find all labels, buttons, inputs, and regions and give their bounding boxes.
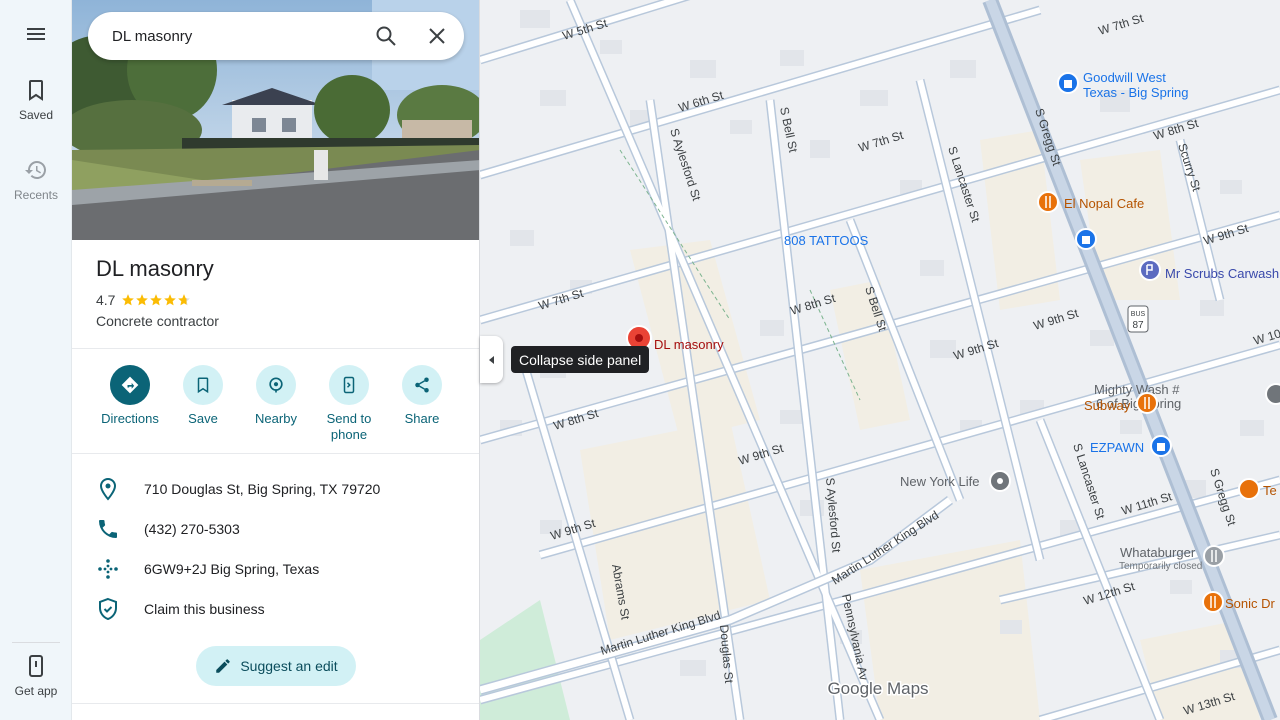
svg-text:El Nopal Cafe: El Nopal Cafe	[1064, 196, 1144, 211]
svg-text:Subway: Subway	[1084, 398, 1131, 413]
address-text: 710 Douglas St, Big Spring, TX 79720	[144, 481, 381, 497]
directions-icon	[121, 376, 139, 394]
plus-code-text: 6GW9+2J Big Spring, Texas	[144, 561, 320, 577]
svg-text:New York Life: New York Life	[900, 474, 980, 489]
recents-button[interactable]: Recents	[0, 158, 72, 202]
claim-business-row[interactable]: Claim this business	[72, 589, 479, 629]
location-pin-icon	[99, 477, 117, 501]
send-to-label-2: phone	[330, 427, 368, 442]
save-button[interactable]: Save	[167, 365, 239, 427]
get-app-label: Get app	[14, 684, 58, 698]
collapse-tooltip: Collapse side panel	[511, 346, 650, 373]
place-title: DL masonry	[96, 256, 214, 281]
rating-stars	[121, 293, 191, 307]
place-panel: DL masonry 4.7 Concrete contractor Direc…	[72, 0, 480, 720]
saved-button[interactable]: Saved	[0, 78, 72, 122]
saved-label: Saved	[18, 108, 54, 122]
bookmark-icon	[197, 377, 209, 394]
google-maps-attribution: Google Maps	[827, 679, 928, 698]
menu-icon	[27, 28, 45, 40]
phone-call-icon	[99, 520, 117, 538]
svg-text:Mr Scrubs Carwash: Mr Scrubs Carwash	[1165, 266, 1279, 281]
bus-label: BUS	[1131, 311, 1146, 318]
send-to-label: Send to	[326, 411, 372, 426]
svg-text:EZPAWN: EZPAWN	[1090, 440, 1144, 455]
search-input[interactable]	[112, 27, 352, 45]
svg-text:Temporarily closed: Temporarily closed	[1119, 561, 1202, 572]
address-row[interactable]: 710 Douglas St, Big Spring, TX 79720	[72, 469, 479, 509]
nearby-icon	[269, 377, 283, 393]
rail-divider	[12, 642, 60, 643]
history-icon	[25, 161, 46, 179]
search-icon[interactable]	[374, 24, 398, 48]
plus-code-row[interactable]: 6GW9+2J Big Spring, Texas	[72, 549, 479, 589]
svg-text:Whataburger: Whataburger	[1120, 545, 1196, 560]
recents-label: Recents	[13, 188, 59, 202]
route-shield: BUS 87	[1127, 305, 1149, 333]
rating-value: 4.7	[96, 292, 116, 308]
verified-shield-icon	[99, 597, 117, 621]
svg-text:Goodwill West: Goodwill West	[1083, 70, 1166, 85]
rating-row[interactable]: 4.7	[96, 292, 191, 308]
pencil-icon	[216, 659, 231, 673]
svg-text:Texas - Big Spring: Texas - Big Spring	[1083, 85, 1189, 100]
collapse-panel-button[interactable]	[480, 336, 503, 383]
svg-text:Sonic Dr: Sonic Dr	[1225, 596, 1276, 611]
pin-label: DL masonry	[654, 337, 724, 352]
route-number: 87	[1132, 320, 1144, 331]
poi-new-york-life[interactable]: New York Life	[900, 470, 1011, 492]
close-icon[interactable]	[425, 24, 449, 48]
svg-text:Mighty Wash #: Mighty Wash #	[1094, 382, 1180, 397]
claim-business-text: Claim this business	[144, 601, 265, 617]
send-to-phone-icon	[343, 376, 355, 394]
chevron-left-icon	[488, 355, 494, 364]
divider	[72, 453, 479, 454]
menu-button[interactable]	[0, 22, 72, 46]
share-icon	[415, 377, 429, 393]
suggest-edit-label: Suggest an edit	[240, 658, 338, 674]
search-box	[88, 12, 464, 60]
divider	[72, 703, 479, 704]
directions-button[interactable]: Directions	[94, 365, 166, 427]
phone-text: (432) 270-5303	[144, 521, 240, 537]
phone-row[interactable]: (432) 270-5303	[72, 509, 479, 549]
divider	[72, 348, 479, 349]
star-icon	[122, 294, 135, 306]
share-button[interactable]: Share	[386, 365, 458, 427]
star-icon	[164, 294, 177, 306]
svg-text:808 TATTOOS: 808 TATTOOS	[784, 233, 869, 248]
phone-icon	[29, 655, 43, 677]
send-to-phone-button[interactable]: Send to phone	[313, 365, 385, 443]
left-rail: Saved Recents Get app	[0, 0, 72, 720]
bookmark-icon	[29, 80, 43, 101]
svg-text:Te: Te	[1263, 483, 1277, 498]
star-icon	[150, 294, 163, 306]
star-icon	[178, 294, 191, 306]
star-icon	[136, 294, 149, 306]
get-app-button[interactable]: Get app	[0, 654, 72, 698]
plus-code-icon	[98, 559, 118, 579]
category-link[interactable]: Concrete contractor	[96, 313, 219, 329]
suggest-edit-button[interactable]: Suggest an edit	[196, 646, 356, 686]
nearby-button[interactable]: Nearby	[240, 365, 312, 427]
